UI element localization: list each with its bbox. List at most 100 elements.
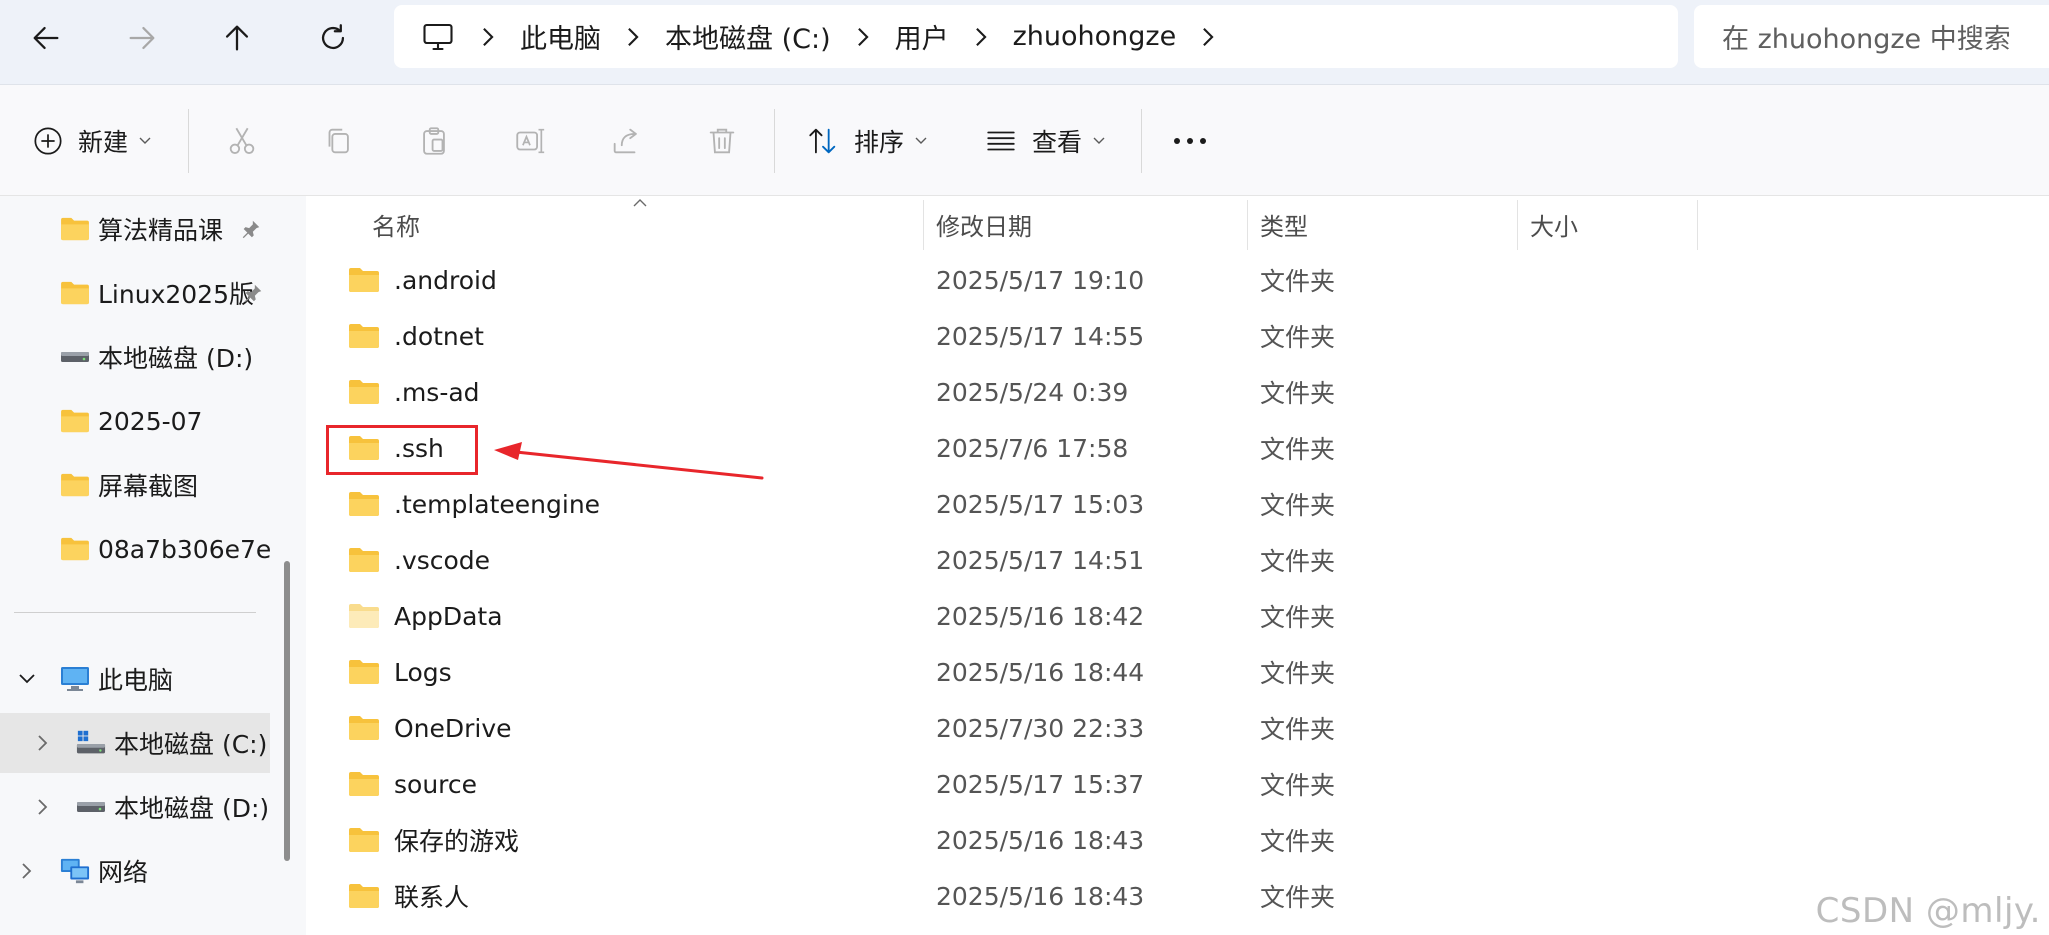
table-row[interactable]: OneDrive 2025/7/30 22:33 文件夹 [306,700,2049,756]
cut-button[interactable] [225,85,259,197]
trash-icon [709,128,735,154]
file-name: .ms-ad [394,377,480,407]
sort-button[interactable]: 排序 [806,85,928,197]
table-row[interactable]: .ms-ad 2025/5/24 0:39 文件夹 [306,364,2049,420]
command-bar: 新建 排序 查看 [0,84,2049,196]
file-name-cell[interactable]: AppData [348,588,503,644]
file-type: 文件夹 [1260,547,1336,576]
table-row[interactable]: 联系人 2025/5/16 18:43 文件夹 [306,868,2049,924]
sidebar-item-quick-access-0[interactable]: 算法精品课 [0,199,306,259]
breadcrumb-separator[interactable] [961,5,1001,68]
sidebar-item-quick-access-4[interactable]: 屏幕截图 [0,455,306,515]
breadcrumb-separator[interactable] [843,5,883,68]
file-modified: 2025/7/30 22:33 [936,713,1145,743]
new-button[interactable]: 新建 [32,85,152,197]
delete-button[interactable] [705,85,739,197]
up-button[interactable] [209,10,265,66]
folder-icon [60,470,90,500]
breadcrumb-users[interactable]: 用户 [895,17,949,56]
sidebar-item-quick-access-3[interactable]: 2025-07 [0,391,306,451]
sidebar-item-network[interactable]: 网络 [0,841,306,901]
chevron-down-icon[interactable] [16,668,38,690]
toolbar-divider [1141,109,1142,173]
paste-button[interactable] [417,85,451,197]
file-type: 文件夹 [1260,659,1336,688]
address-bar[interactable]: 此电脑 本地磁盘 (C:) 用户 zhuohongze [394,5,1678,68]
column-divider[interactable] [1697,200,1698,250]
breadcrumb-separator[interactable] [468,5,508,68]
file-name: .dotnet [394,321,484,351]
column-divider[interactable] [1517,200,1518,250]
file-name: OneDrive [394,713,512,743]
file-modified: 2025/7/6 17:58 [936,433,1129,463]
chevron-right-icon[interactable] [32,796,54,818]
table-row[interactable]: Logs 2025/5/16 18:44 文件夹 [306,644,2049,700]
plus-circle-icon [34,127,62,155]
column-header-type[interactable]: 类型 [1260,196,1308,252]
file-name-cell[interactable]: 保存的游戏 [348,812,519,868]
table-row[interactable]: 保存的游戏 2025/5/16 18:43 文件夹 [306,812,2049,868]
file-type: 文件夹 [1260,323,1336,352]
breadcrumb-separator[interactable] [613,5,653,68]
column-header-size[interactable]: 大小 [1530,196,1578,252]
sidebar-item-quick-access-2[interactable]: 本地磁盘 (D:) [0,327,306,387]
file-name-cell[interactable]: .templateengine [348,476,600,532]
column-divider[interactable] [923,200,924,250]
navigation-pane: 算法精品课 Linux2025版 本地磁盘 (D:) 2025-07 屏幕截图 … [0,196,306,935]
file-modified: 2025/5/17 19:10 [936,265,1145,295]
sidebar-scrollbar[interactable] [284,561,290,861]
search-input[interactable]: 在 zhuohongze 中搜索 [1694,5,2049,68]
sidebar-item-quick-access-1[interactable]: Linux2025版 [0,263,306,323]
column-header-name[interactable]: 名称 [372,196,420,252]
sidebar-item-drive-d[interactable]: 本地磁盘 (D:) [0,777,306,837]
file-name: source [394,769,478,799]
copy-button[interactable] [321,85,355,197]
sidebar-item-drive-c[interactable]: 本地磁盘 (C:) [0,713,270,773]
sidebar-item-label: Linux2025版 [98,280,254,309]
sidebar-item-label: 屏幕截图 [98,472,199,501]
view-button[interactable]: 查看 [984,85,1106,197]
column-header-modified[interactable]: 修改日期 [936,196,1032,252]
refresh-button[interactable] [305,10,361,66]
table-row[interactable]: AppData 2025/5/16 18:42 文件夹 [306,588,2049,644]
folder-icon [349,884,379,908]
file-name-cell[interactable]: .dotnet [348,308,484,364]
pin-icon [242,281,264,310]
sidebar-item-quick-access-5[interactable]: 08a7b306e7eaa [0,519,272,579]
rename-button[interactable] [513,85,547,197]
column-divider[interactable] [1247,200,1248,250]
file-name-cell[interactable]: OneDrive [348,700,512,756]
file-name-cell[interactable]: Logs [348,644,452,700]
back-button[interactable] [18,10,74,66]
file-name-cell[interactable]: .vscode [348,532,490,588]
file-list: 名称 修改日期 类型 大小 .android 2025/5/17 19:10 文… [306,196,2049,935]
drive-icon [60,342,90,372]
file-name-cell[interactable]: source [348,756,477,812]
table-row[interactable]: source 2025/5/17 15:37 文件夹 [306,756,2049,812]
chevron-right-icon[interactable] [16,860,38,882]
table-row[interactable]: .vscode 2025/5/17 14:51 文件夹 [306,532,2049,588]
table-row[interactable]: .templateengine 2025/5/17 15:03 文件夹 [306,476,2049,532]
share-button[interactable] [609,85,643,197]
chevron-right-icon[interactable] [32,732,54,754]
computer-icon [60,664,90,694]
list-view-icon [987,131,1015,151]
breadcrumb-user-folder[interactable]: zhuohongze [1013,21,1177,52]
more-options-button[interactable] [1172,85,1208,197]
file-name-cell[interactable]: 联系人 [348,868,469,924]
forward-button[interactable] [114,10,170,66]
annotation-arrow [494,442,764,480]
breadcrumb-this-pc[interactable]: 此电脑 [520,17,601,56]
drive-icon [76,792,106,822]
breadcrumb-separator[interactable] [1188,5,1228,68]
file-type: 文件夹 [1260,771,1336,800]
table-row[interactable]: .android 2025/5/17 19:10 文件夹 [306,252,2049,308]
folder-icon [349,492,379,516]
file-name-cell[interactable]: .ms-ad [348,364,480,420]
file-name-cell[interactable]: .android [348,252,497,308]
watermark: CSDN @mljy. [1815,891,2041,931]
sidebar-item-this-pc[interactable]: 此电脑 [0,649,306,709]
table-row[interactable]: .dotnet 2025/5/17 14:55 文件夹 [306,308,2049,364]
breadcrumb-drive-c[interactable]: 本地磁盘 (C:) [665,17,831,56]
computer-icon[interactable] [420,19,456,55]
